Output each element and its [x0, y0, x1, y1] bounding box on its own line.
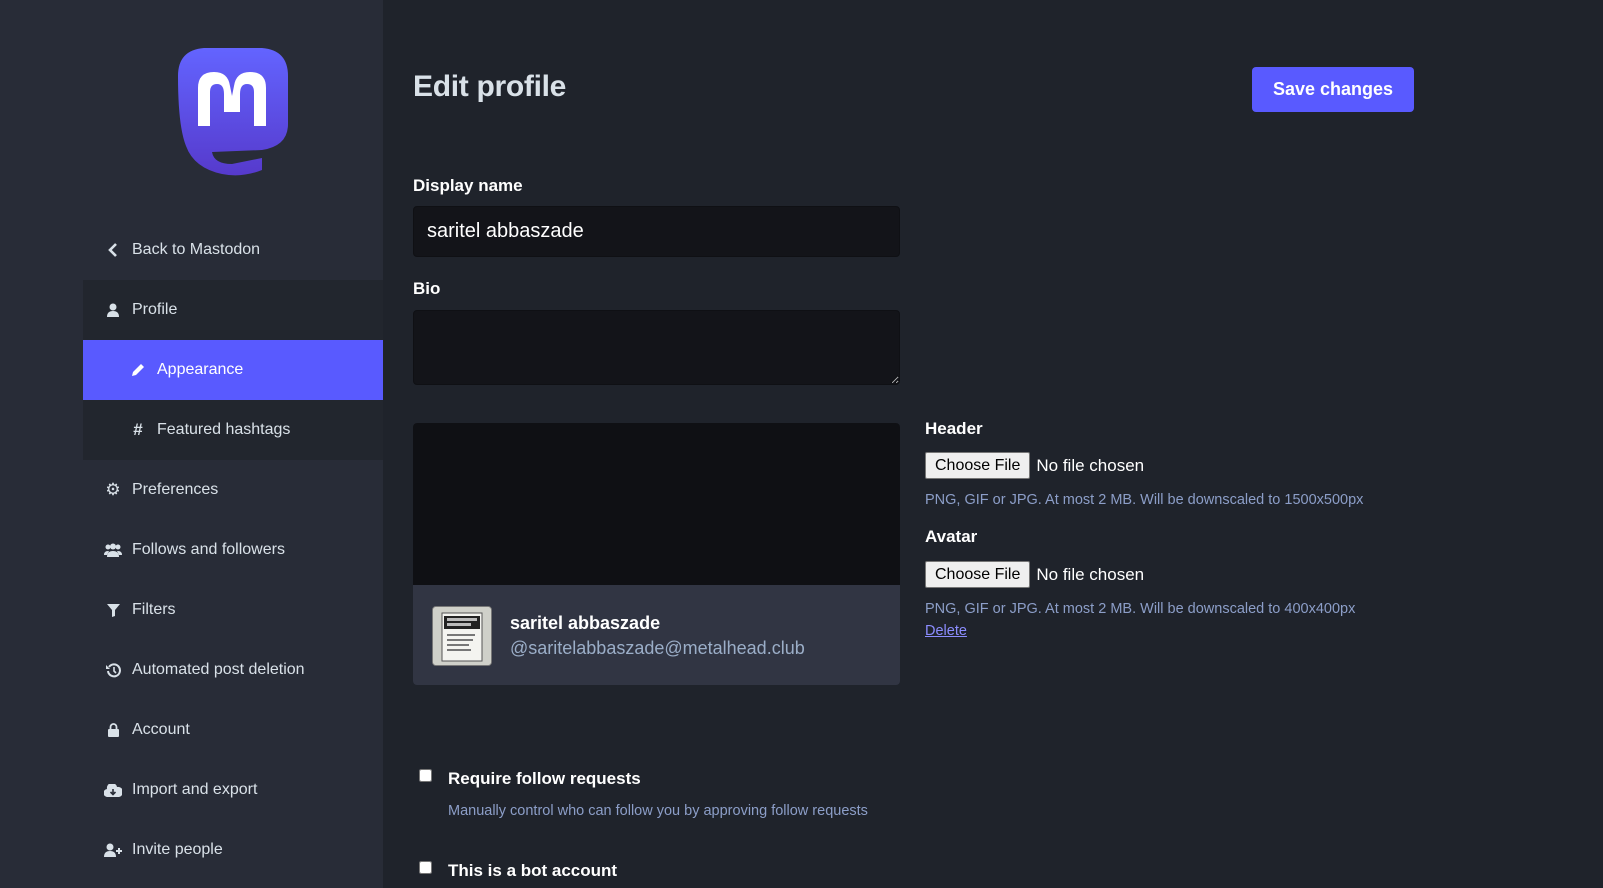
require-follow-label[interactable]: Require follow requests [448, 769, 641, 789]
sidebar-item-appearance[interactable]: Appearance [83, 340, 383, 400]
display-name-input[interactable] [413, 206, 900, 257]
pencil-icon [128, 360, 148, 380]
header-file-status: No file chosen [1036, 455, 1145, 475]
sidebar-item-account[interactable]: Account [83, 700, 383, 760]
avatar-file-status: No file chosen [1036, 564, 1145, 584]
sidebar-item-label: Featured hashtags [157, 421, 291, 438]
sidebar-item-automated-deletion[interactable]: Automated post deletion [83, 640, 383, 700]
header-choose-file-button[interactable]: Choose File [925, 452, 1031, 479]
sidebar-item-import-export[interactable]: Import and export [83, 760, 383, 820]
lock-icon [103, 720, 123, 740]
hashtag-icon: # [133, 420, 143, 439]
sidebar-item-label: Account [132, 721, 190, 738]
sidebar-item-featured-hashtags[interactable]: # Featured hashtags [83, 400, 383, 460]
sidebar-item-label: Follows and followers [132, 541, 285, 558]
bot-account-checkbox[interactable] [419, 861, 432, 874]
avatar-delete-link[interactable]: Delete [925, 623, 967, 639]
gear-icon: ⚙ [105, 480, 121, 499]
sidebar-item-label: Back to Mastodon [132, 241, 261, 258]
page-title: Edit profile [413, 70, 567, 103]
preview-header-image [413, 423, 900, 585]
sidebar-item-label: Appearance [157, 361, 244, 378]
mastodon-logo[interactable] [170, 46, 294, 176]
main-content: Edit profile Save changes Display name B… [413, 0, 1603, 888]
avatar-file-input[interactable]: Choose File No file chosen [925, 561, 1144, 588]
preview-avatar [432, 606, 492, 666]
header-label: Header [925, 419, 983, 438]
history-icon [103, 660, 123, 680]
require-follow-checkbox[interactable] [419, 769, 432, 782]
bio-label: Bio [413, 279, 441, 298]
sidebar-item-label: Preferences [132, 481, 219, 498]
avatar-choose-file-button[interactable]: Choose File [925, 561, 1031, 588]
require-follow-hint: Manually control who can follow you by a… [448, 803, 868, 819]
sidebar-item-preferences[interactable]: ⚙ Preferences [83, 460, 383, 520]
avatar-hint: PNG, GIF or JPG. At most 2 MB. Will be d… [925, 601, 1356, 617]
chevron-left-icon [103, 240, 123, 260]
sidebar-item-label: Import and export [132, 781, 258, 798]
sidebar: Back to Mastodon Profile Appearance # Fe… [0, 0, 383, 888]
bio-textarea[interactable] [413, 310, 900, 385]
preview-display-name: saritel abbaszade [510, 613, 661, 633]
sidebar-item-profile[interactable]: Profile [83, 280, 383, 340]
filter-icon [103, 600, 123, 620]
cloud-download-icon [103, 780, 123, 800]
sidebar-item-filters[interactable]: Filters [83, 580, 383, 640]
sidebar-item-follows[interactable]: Follows and followers [83, 520, 383, 580]
header-hint: PNG, GIF or JPG. At most 2 MB. Will be d… [925, 492, 1364, 508]
avatar-image [433, 607, 491, 665]
sidebar-item-label: Filters [132, 601, 176, 618]
save-changes-button[interactable]: Save changes [1252, 67, 1414, 112]
sidebar-item-label: Automated post deletion [132, 661, 305, 678]
avatar-label: Avatar [925, 527, 978, 546]
users-icon [103, 540, 123, 560]
bot-account-label[interactable]: This is a bot account [448, 861, 617, 881]
sidebar-item-back[interactable]: Back to Mastodon [83, 220, 383, 280]
preview-handle: @saritelabbaszade@metalhead.club [510, 638, 805, 658]
header-file-input[interactable]: Choose File No file chosen [925, 452, 1144, 479]
user-plus-icon [103, 840, 123, 860]
sidebar-item-label: Invite people [132, 841, 223, 858]
sidebar-item-label: Profile [132, 301, 178, 318]
profile-preview-card: saritel abbaszade @saritelabbaszade@meta… [413, 423, 900, 685]
sidebar-item-invite[interactable]: Invite people [83, 820, 383, 880]
user-icon [103, 300, 123, 320]
display-name-label: Display name [413, 176, 523, 195]
